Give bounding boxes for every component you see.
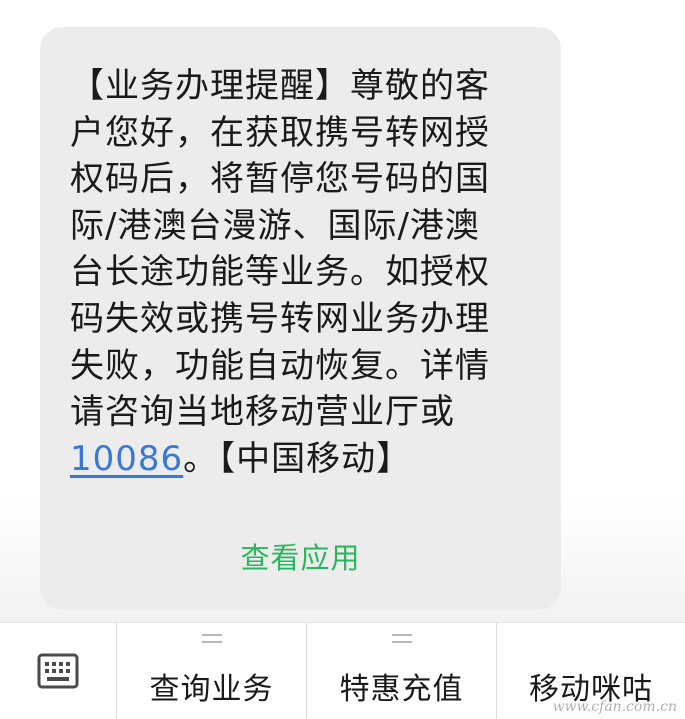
message-line: 码失效或携号转网业务办理 (70, 298, 490, 339)
message-line: 际/港澳台漫游、国际/港澳 (70, 205, 480, 246)
message-line: 失败，功能自动恢复。详情 (70, 345, 490, 386)
menu-item-label: 查询业务 (149, 672, 274, 707)
menu-handle-icon (391, 634, 412, 643)
message-line: 请咨询当地移动营业厅或 (70, 392, 455, 433)
sms-message-bubble[interactable]: 【业务办理提醒】尊敬的客 户您好，在获取携号转网授 权码后，将暂停您号码的国 际… (40, 27, 561, 610)
message-line: 权码后，将暂停您号码的国 (70, 159, 490, 200)
service-menu-bar: 查询业务 特惠充值 移动咪咕 www.cfan.com.cn (0, 622, 685, 719)
message-last-line: 10086。【中国移动】 (70, 436, 540, 483)
message-signature: 。【中国移动】 (183, 438, 412, 479)
view-app-button[interactable]: 查看应用 (40, 535, 561, 577)
message-line: 【业务办理提醒】尊敬的客 (70, 66, 490, 106)
watermark: www.cfan.com.cn (552, 699, 677, 715)
menu-query-business[interactable]: 查询业务 (116, 623, 306, 719)
keyboard-icon (37, 653, 79, 689)
phone-number-link[interactable]: 10086 (70, 439, 183, 479)
chat-area: 【业务办理提醒】尊敬的客 户您好，在获取携号转网授 权码后，将暂停您号码的国 际… (0, 0, 685, 622)
menu-item-label: 特惠充值 (339, 672, 464, 707)
message-line: 台长途功能等业务。如授权 (70, 252, 490, 293)
menu-handle-icon (201, 634, 222, 643)
menu-discount-recharge[interactable]: 特惠充值 (306, 623, 496, 719)
sms-message-text: 【业务办理提醒】尊敬的客 户您好，在获取携号转网授 权码后，将暂停您号码的国 际… (70, 63, 540, 482)
keyboard-toggle-button[interactable] (0, 623, 116, 719)
message-line: 户您好，在获取携号转网授 (70, 112, 490, 153)
